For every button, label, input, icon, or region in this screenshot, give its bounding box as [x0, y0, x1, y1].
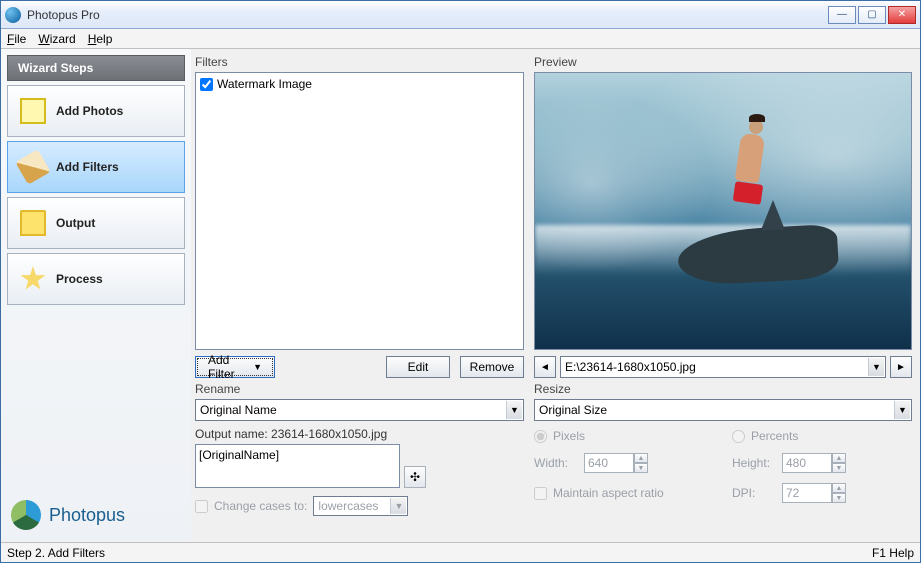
menu-help[interactable]: Help — [88, 32, 113, 46]
rename-label: Rename — [195, 382, 524, 396]
step-label: Output — [56, 216, 95, 230]
preview-prev-button[interactable]: ◄ — [534, 356, 556, 378]
status-left: Step 2. Add Filters — [7, 546, 105, 560]
menu-file[interactable]: File — [7, 32, 26, 46]
dpi-stepper: ▲▼ — [782, 483, 846, 503]
wand-icon — [15, 149, 51, 185]
dpi-label: DPI: — [732, 486, 776, 500]
step-label: Add Photos — [56, 104, 123, 118]
chevron-down-icon: ▼ — [390, 498, 406, 514]
change-cases-label: Change cases to: — [214, 499, 307, 513]
maximize-button[interactable]: ▢ — [858, 6, 886, 24]
spin-up-icon: ▲ — [634, 453, 648, 463]
status-right: F1 Help — [872, 546, 914, 560]
height-input — [782, 453, 832, 473]
rename-mode-select[interactable]: Original Name ▼ — [195, 399, 524, 421]
resize-group: Resize Original Size ▼ Pixels Percents — [534, 382, 912, 516]
sidebar-brand: Photopus — [7, 494, 185, 536]
preview-path-text: E:\23614-1680x1050.jpg — [565, 360, 696, 374]
preview-next-button[interactable]: ► — [890, 356, 912, 378]
filters-group: Filters Watermark Image Add Filter ▼ — [195, 55, 524, 378]
filters-listbox[interactable]: Watermark Image — [195, 72, 524, 350]
width-label: Width: — [534, 456, 578, 470]
chevron-down-icon[interactable]: ▼ — [868, 358, 884, 376]
step-process[interactable]: Process — [7, 253, 185, 305]
remove-filter-button[interactable]: Remove — [460, 356, 524, 378]
width-input — [584, 453, 634, 473]
app-window: Photopus Pro — ▢ ✕ File Wizard Help Wiza… — [0, 0, 921, 563]
height-label: Height: — [732, 456, 776, 470]
chevron-down-icon[interactable]: ▼ — [894, 401, 910, 419]
minimize-button[interactable]: — — [828, 6, 856, 24]
brand-text: Photopus — [49, 505, 125, 526]
case-option-select: lowercases ▼ — [313, 496, 408, 516]
pixels-label: Pixels — [553, 429, 585, 443]
maintain-aspect-label: Maintain aspect ratio — [553, 486, 664, 500]
width-stepper: ▲▼ — [584, 453, 648, 473]
rename-group: Rename Original Name ▼ Output name: 2361… — [195, 382, 524, 516]
rename-template-input[interactable] — [195, 444, 400, 488]
chevron-down-icon[interactable]: ▼ — [506, 401, 522, 419]
spin-up-icon: ▲ — [832, 453, 846, 463]
change-cases-checkbox — [195, 500, 208, 513]
preview-label: Preview — [534, 55, 912, 69]
percents-label: Percents — [751, 429, 798, 443]
step-output[interactable]: Output — [7, 197, 185, 249]
filter-name: Watermark Image — [217, 77, 312, 91]
filter-checkbox[interactable] — [200, 78, 213, 91]
step-label: Add Filters — [56, 160, 119, 174]
edit-filter-button[interactable]: Edit — [386, 356, 450, 378]
spin-down-icon: ▼ — [634, 463, 648, 473]
app-icon — [5, 7, 21, 23]
preview-image — [534, 72, 912, 350]
step-add-photos[interactable]: Add Photos — [7, 85, 185, 137]
filter-list-item[interactable]: Watermark Image — [200, 77, 519, 91]
content-area: Wizard Steps Add Photos Add Filters Outp… — [1, 49, 920, 542]
main-panel: Filters Watermark Image Add Filter ▼ — [191, 49, 920, 542]
maintain-aspect-checkbox — [534, 487, 547, 500]
statusbar: Step 2. Add Filters F1 Help — [1, 542, 920, 562]
menu-wizard[interactable]: Wizard — [38, 32, 75, 46]
spin-down-icon: ▼ — [832, 493, 846, 503]
folder-icon — [20, 210, 46, 236]
photo-icon — [20, 98, 46, 124]
preview-group: Preview ◄ — [534, 55, 912, 378]
output-name-label: Output name: 23614-1680x1050.jpg — [195, 427, 524, 441]
close-button[interactable]: ✕ — [888, 6, 916, 24]
step-label: Process — [56, 272, 103, 286]
titlebar: Photopus Pro — ▢ ✕ — [1, 1, 920, 29]
dpi-input — [782, 483, 832, 503]
star-icon — [20, 266, 46, 292]
brand-logo-icon — [11, 500, 41, 530]
resize-mode-select[interactable]: Original Size ▼ — [534, 399, 912, 421]
height-stepper: ▲▼ — [782, 453, 846, 473]
menubar: File Wizard Help — [1, 29, 920, 49]
wizard-sidebar: Wizard Steps Add Photos Add Filters Outp… — [1, 49, 191, 542]
preview-path-combo[interactable]: E:\23614-1680x1050.jpg ▼ — [560, 356, 886, 378]
chevron-down-icon: ▼ — [253, 362, 262, 372]
sidebar-header: Wizard Steps — [7, 55, 185, 81]
spin-up-icon: ▲ — [832, 483, 846, 493]
resize-label: Resize — [534, 382, 912, 396]
filters-label: Filters — [195, 55, 524, 69]
step-add-filters[interactable]: Add Filters — [7, 141, 185, 193]
percents-radio — [732, 430, 745, 443]
window-controls: — ▢ ✕ — [828, 6, 916, 24]
insert-token-button[interactable]: ✣ — [404, 466, 426, 488]
pixels-radio — [534, 430, 547, 443]
spin-down-icon: ▼ — [832, 463, 846, 473]
window-title: Photopus Pro — [27, 8, 828, 22]
add-filter-button[interactable]: Add Filter ▼ — [195, 356, 275, 378]
